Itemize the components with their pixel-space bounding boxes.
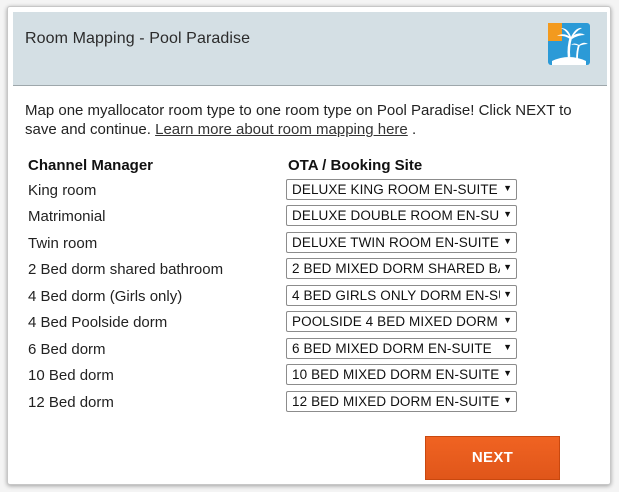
mapping-row: Matrimonial DELUXE DOUBLE ROOM EN-SUITE …: [8, 205, 610, 231]
mapping-row: 4 Bed Poolside dorm POOLSIDE 4 BED MIXED…: [8, 311, 610, 337]
dropdown-arrow-icon: ▼: [503, 395, 512, 405]
room-type-label: 10 Bed dorm: [28, 367, 114, 384]
intro-paragraph: Map one myallocator room type to one roo…: [25, 101, 605, 139]
dialog-title: Room Mapping - Pool Paradise: [25, 30, 251, 47]
mapping-row: Twin room DELUXE TWIN ROOM EN-SUITE ▼: [8, 232, 610, 258]
dropdown-arrow-icon: ▼: [503, 368, 512, 378]
dropdown-arrow-icon: ▼: [503, 289, 512, 299]
room-type-label: 12 Bed dorm: [28, 394, 114, 411]
mapping-row: 4 Bed dorm (Girls only) 4 BED GIRLS ONLY…: [8, 285, 610, 311]
selected-ota-room: 6 BED MIXED DORM EN-SUITE: [292, 341, 492, 356]
selected-ota-room: 4 BED GIRLS ONLY DORM EN-SUITE: [292, 288, 500, 303]
room-type-label: 4 Bed dorm (Girls only): [28, 288, 183, 305]
room-type-label: 6 Bed dorm: [28, 341, 106, 358]
intro-suffix: .: [411, 121, 417, 138]
selected-ota-room: 2 BED MIXED DORM SHARED BATHROOM: [292, 261, 500, 276]
selected-ota-room: DELUXE KING ROOM EN-SUITE: [292, 182, 498, 197]
room-type-label: Matrimonial: [28, 208, 106, 225]
dropdown-arrow-icon: ▼: [503, 209, 512, 219]
palm-tree-island-icon: [548, 23, 590, 65]
dropdown-arrow-icon: ▼: [503, 342, 512, 352]
dropdown-arrow-icon: ▼: [503, 236, 512, 246]
mapping-row: 6 Bed dorm 6 BED MIXED DORM EN-SUITE ▼: [8, 338, 610, 364]
next-button[interactable]: NEXT: [425, 436, 560, 480]
room-type-label: 2 Bed dorm shared bathroom: [28, 261, 224, 278]
room-type-label: King room: [28, 182, 97, 199]
selected-ota-room: POOLSIDE 4 BED MIXED DORM: [292, 314, 498, 329]
selected-ota-room: DELUXE DOUBLE ROOM EN-SUITE: [292, 208, 500, 223]
mapping-row: 10 Bed dorm 10 BED MIXED DORM EN-SUITE ▼: [8, 364, 610, 390]
room-type-label: 4 Bed Poolside dorm: [28, 314, 168, 331]
room-type-label: Twin room: [28, 235, 98, 252]
dropdown-arrow-icon: ▼: [503, 315, 512, 325]
mapping-row: 2 Bed dorm shared bathroom 2 BED MIXED D…: [8, 258, 610, 284]
ota-room-select[interactable]: DELUXE TWIN ROOM EN-SUITE ▼: [286, 232, 517, 253]
selected-ota-room: DELUXE TWIN ROOM EN-SUITE: [292, 235, 500, 250]
dialog-header: Room Mapping - Pool Paradise: [13, 12, 607, 86]
ota-room-select[interactable]: DELUXE DOUBLE ROOM EN-SUITE ▼: [286, 205, 517, 226]
ota-room-select[interactable]: 6 BED MIXED DORM EN-SUITE ▼: [286, 338, 517, 359]
room-mapping-dialog: Room Mapping - Pool Paradise Map one mya…: [7, 6, 611, 485]
ota-room-select[interactable]: 4 BED GIRLS ONLY DORM EN-SUITE ▼: [286, 285, 517, 306]
ota-column-header: OTA / Booking Site: [288, 157, 423, 174]
learn-more-link[interactable]: Learn more about room mapping here: [155, 121, 408, 138]
dropdown-arrow-icon: ▼: [503, 183, 512, 193]
selected-ota-room: 10 BED MIXED DORM EN-SUITE: [292, 367, 500, 382]
dropdown-arrow-icon: ▼: [503, 262, 512, 272]
ota-room-select[interactable]: 12 BED MIXED DORM EN-SUITE ▼: [286, 391, 517, 412]
ota-room-select[interactable]: DELUXE KING ROOM EN-SUITE ▼: [286, 179, 517, 200]
selected-ota-room: 12 BED MIXED DORM EN-SUITE: [292, 394, 500, 409]
ota-room-select[interactable]: POOLSIDE 4 BED MIXED DORM ▼: [286, 311, 517, 332]
ota-room-select[interactable]: 10 BED MIXED DORM EN-SUITE ▼: [286, 364, 517, 385]
ota-room-select[interactable]: 2 BED MIXED DORM SHARED BATHROOM ▼: [286, 258, 517, 279]
mapping-row: 12 Bed dorm 12 BED MIXED DORM EN-SUITE ▼: [8, 391, 610, 417]
mapping-row: King room DELUXE KING ROOM EN-SUITE ▼: [8, 179, 610, 205]
channel-manager-column-header: Channel Manager: [28, 157, 154, 174]
